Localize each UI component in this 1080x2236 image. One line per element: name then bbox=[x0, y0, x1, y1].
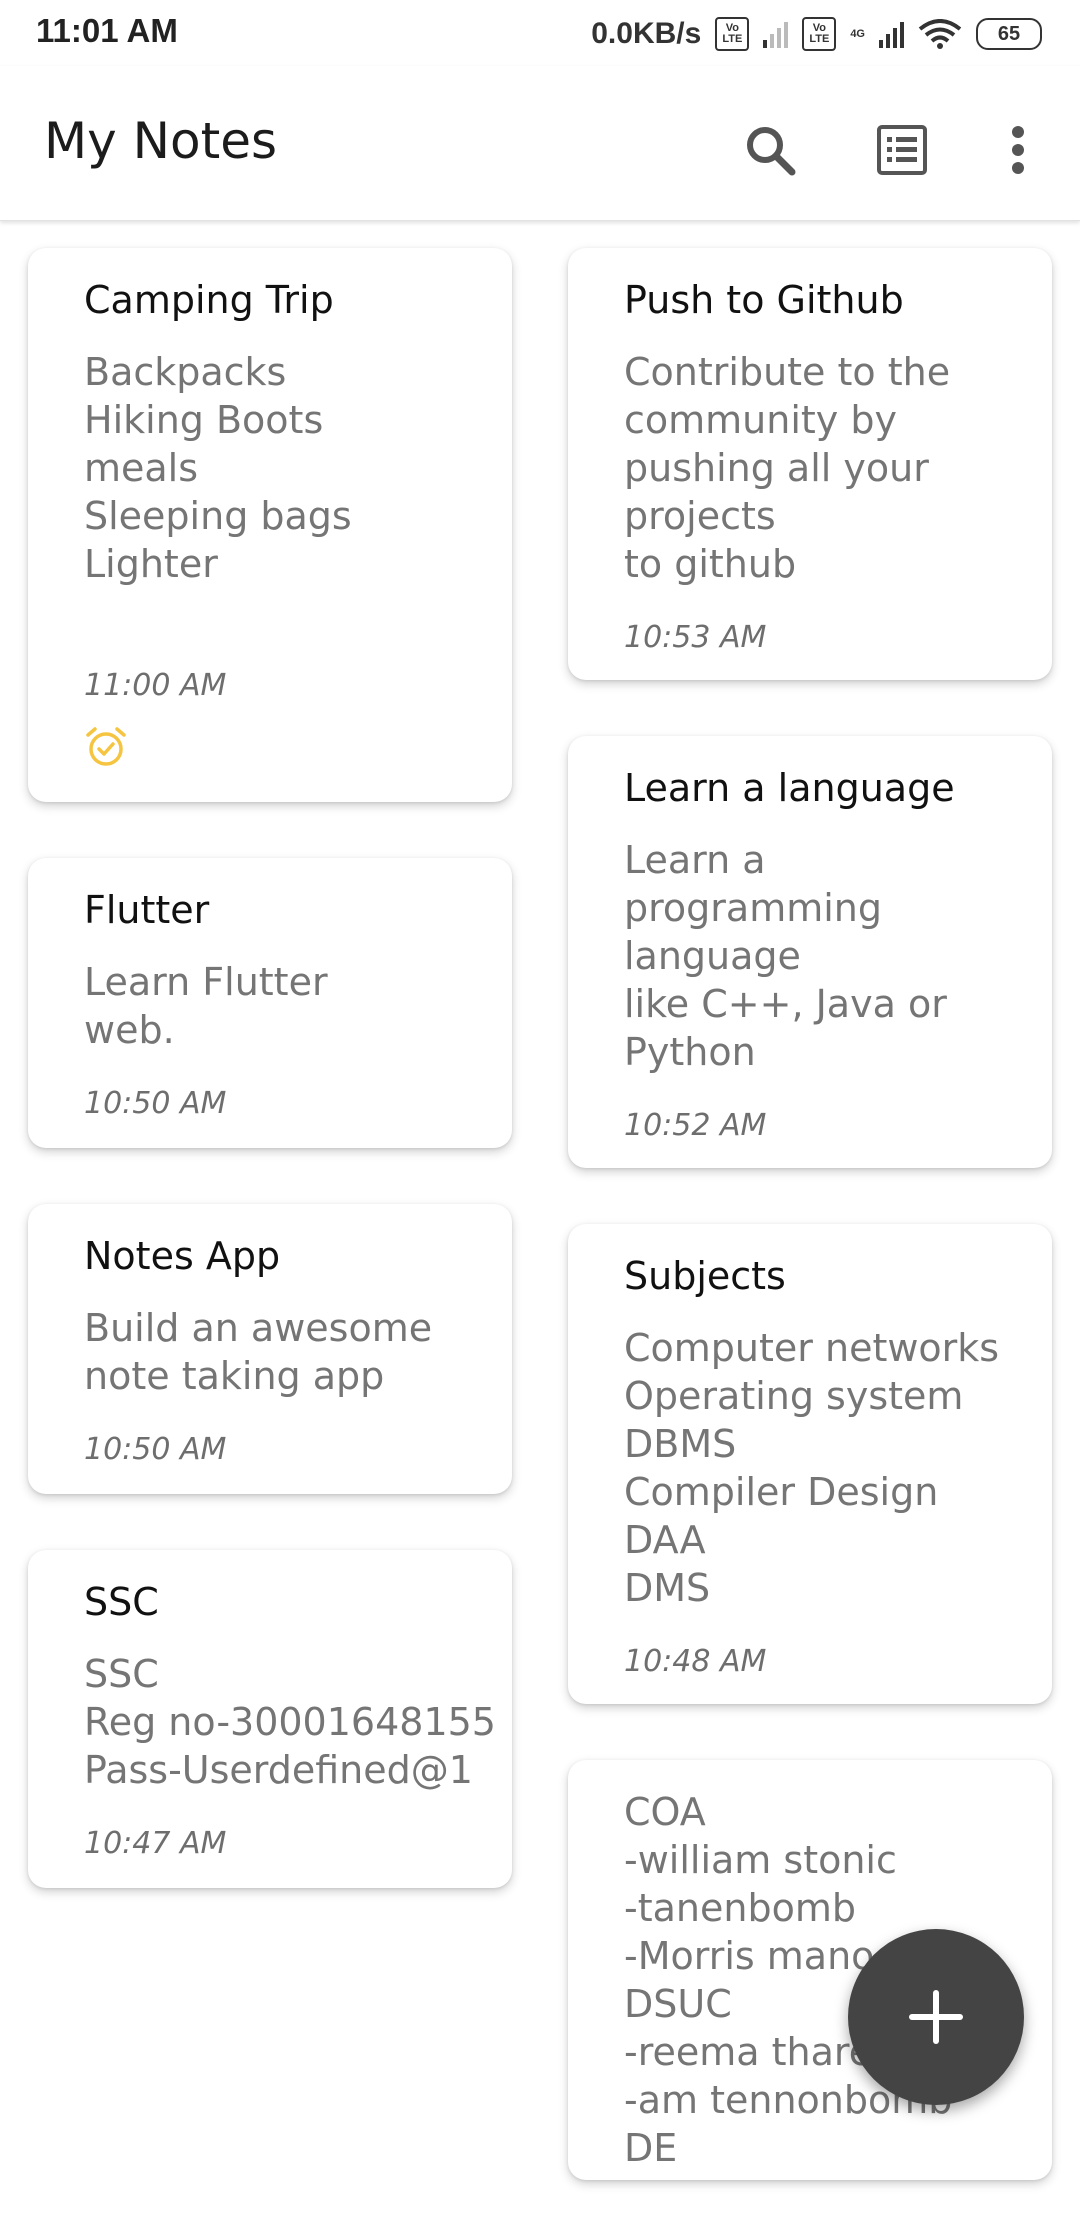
note-title: Camping Trip bbox=[84, 278, 334, 322]
note-card[interactable]: Learn a language Learn a programming lan… bbox=[568, 736, 1052, 1168]
note-title: Flutter bbox=[84, 888, 210, 932]
note-time: 10:50 AM bbox=[84, 1432, 227, 1467]
note-body: Learn a programming language like C++, J… bbox=[624, 838, 947, 1074]
note-body: Computer networks Operating system DBMS … bbox=[624, 1326, 1000, 1610]
note-card[interactable]: Push to Github Contribute to the communi… bbox=[568, 248, 1052, 680]
volte-badge-sim2: Vo LTE bbox=[802, 17, 837, 51]
notes-column-left: Camping Trip Backpacks Hiking Boots meal… bbox=[28, 248, 512, 1944]
notes-grid: Camping Trip Backpacks Hiking Boots meal… bbox=[0, 220, 1080, 2180]
note-time: 10:53 AM bbox=[624, 620, 767, 655]
sim2-tech: 4G bbox=[850, 28, 865, 40]
plus-icon bbox=[909, 1990, 963, 2044]
note-title: Notes App bbox=[84, 1234, 281, 1278]
app-bar: My Notes bbox=[0, 66, 1080, 221]
note-time: 10:50 AM bbox=[84, 1086, 227, 1121]
note-body: SSC Reg no-30001648155 Pass-Userdefined@… bbox=[84, 1652, 496, 1792]
note-title: SSC bbox=[84, 1580, 159, 1624]
note-title: Subjects bbox=[624, 1254, 786, 1298]
note-card[interactable]: Notes App Build an awesome note taking a… bbox=[28, 1204, 512, 1494]
wifi-icon bbox=[918, 19, 962, 49]
note-time: 10:52 AM bbox=[624, 1108, 767, 1143]
search-button[interactable] bbox=[730, 110, 810, 190]
volte-badge-sim1: Vo LTE bbox=[715, 17, 750, 51]
more-vert-icon bbox=[1012, 126, 1024, 174]
note-body: Contribute to the community by pushing a… bbox=[624, 350, 951, 586]
status-bar: 11:01 AM 0.0KB/s Vo LTE Vo LTE 4G 65 bbox=[0, 0, 1080, 66]
sim2-tech-label: 4G bbox=[850, 28, 865, 40]
note-body: Backpacks Hiking Boots meals Sleeping ba… bbox=[84, 350, 352, 586]
page-title: My Notes bbox=[44, 112, 278, 170]
note-time: 10:48 AM bbox=[624, 1644, 767, 1679]
notes-column-right: Push to Github Contribute to the communi… bbox=[568, 248, 1052, 2236]
note-time: 11:00 AM bbox=[84, 668, 227, 703]
more-options-button[interactable] bbox=[978, 110, 1058, 190]
status-time: 11:01 AM bbox=[36, 12, 178, 49]
note-card[interactable]: Flutter Learn Flutter web. 10:50 AM bbox=[28, 858, 512, 1148]
status-icons: 0.0KB/s Vo LTE Vo LTE 4G 65 bbox=[591, 12, 1042, 56]
note-body: Learn Flutter web. bbox=[84, 960, 328, 1052]
note-time: 10:47 AM bbox=[84, 1826, 227, 1861]
note-body: Build an awesome note taking app bbox=[84, 1306, 433, 1398]
network-speed: 0.0KB/s bbox=[591, 17, 702, 50]
battery-icon: 65 bbox=[976, 18, 1042, 50]
signal-sim1-icon bbox=[763, 20, 789, 48]
alarm-icon bbox=[86, 727, 126, 766]
note-card[interactable]: SSC SSC Reg no-30001648155 Pass-Userdefi… bbox=[28, 1550, 512, 1888]
note-title: Push to Github bbox=[624, 278, 904, 322]
note-card[interactable]: Camping Trip Backpacks Hiking Boots meal… bbox=[28, 248, 512, 802]
add-note-button[interactable] bbox=[848, 1929, 1024, 2105]
list-view-icon bbox=[877, 125, 927, 175]
signal-sim2-icon bbox=[879, 20, 904, 48]
note-card[interactable]: Subjects Computer networks Operating sys… bbox=[568, 1224, 1052, 1704]
toggle-view-button[interactable] bbox=[862, 110, 942, 190]
search-icon bbox=[747, 127, 796, 176]
note-title: Learn a language bbox=[624, 766, 955, 810]
